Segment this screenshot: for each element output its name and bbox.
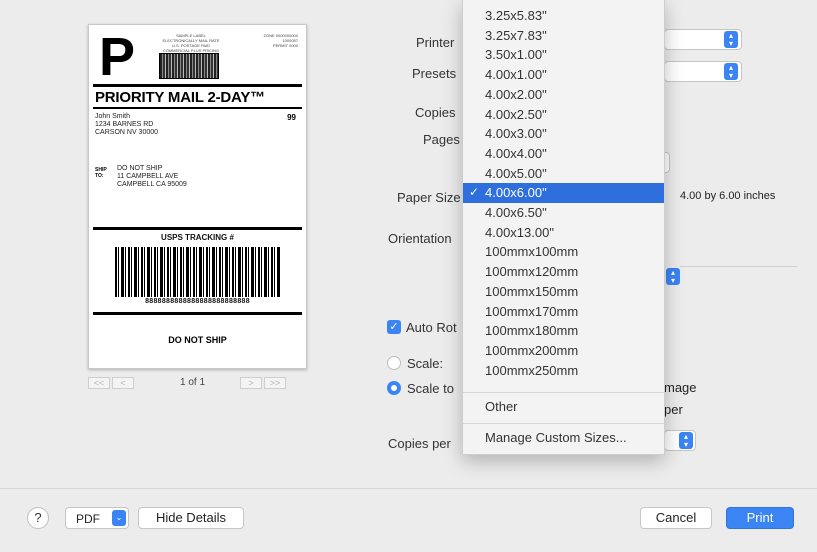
paper-size-description: 4.00 by 6.00 inches: [680, 190, 776, 202]
presets-label: Presets: [412, 66, 457, 81]
menu-item-paper-size[interactable]: 100mmx200mm: [463, 341, 664, 361]
service-letter: P: [99, 27, 136, 87]
pager-back: << <: [88, 376, 134, 390]
menu-item-paper-size[interactable]: 4.00x2.50": [463, 105, 664, 125]
menu-item-label: 4.00x4.00": [485, 145, 547, 161]
divider: [93, 227, 302, 230]
menu-item-paper-size[interactable]: 4.00x2.00": [463, 85, 664, 105]
menu-item-paper-size[interactable]: 4.00x6.50": [463, 203, 664, 223]
menu-item-label: 100mmx200mm: [485, 342, 579, 358]
menu-item-label: 3.25x7.83": [485, 27, 547, 43]
menu-item-label: 4.00x6.50": [485, 205, 547, 220]
hide-details-button[interactable]: Hide Details: [138, 507, 244, 529]
pdf-menu-button[interactable]: PDF ⌄: [65, 507, 129, 529]
menu-item-paper-size[interactable]: 4.00x13.00": [463, 223, 664, 243]
menu-item-paper-size[interactable]: 4.00x1.00": [463, 65, 664, 85]
divider: [93, 107, 302, 109]
menu-item-paper-size[interactable]: 3.25x5.83": [463, 6, 664, 26]
menu-item-other[interactable]: Other: [463, 397, 664, 417]
ship-to-address: DO NOT SHIP 11 CAMPBELL AVE CAMPBELL CA …: [117, 165, 187, 188]
ship-to-tag: SHIP TO:: [95, 167, 107, 179]
copies-label: Copies: [415, 105, 456, 120]
copies-per-page-stepper-icon[interactable]: ▴ ▾: [679, 432, 693, 449]
footer-text: DO NOT SHIP: [168, 335, 227, 345]
menu-item-paper-size[interactable]: 100mmx180mm: [463, 321, 664, 341]
pager-forward: > >>: [240, 376, 286, 390]
menu-item-label: 4.00x2.50": [485, 106, 547, 122]
first-page-button[interactable]: <<: [88, 377, 110, 389]
zone-text: ZONE 0000000000 1000057 PERMIT 0000: [263, 33, 298, 48]
label-preview: P SAMPLE LABEL ELECTRONICALLY MAIL RATE …: [88, 24, 307, 369]
paper-size-menu[interactable]: Other Manage Custom Sizes... 3.25x5.83" 3…: [462, 0, 665, 455]
menu-item-paper-size[interactable]: ✓ 4.00x6.00": [463, 183, 664, 203]
menu-item-paper-size[interactable]: 100mmx120mm: [463, 262, 664, 282]
last-page-button[interactable]: >>: [264, 377, 286, 389]
print-dialog: P SAMPLE LABEL ELECTRONICALLY MAIL RATE …: [0, 0, 817, 552]
scale-radio[interactable]: [387, 356, 401, 370]
paper-size-label: Paper Size: [397, 190, 461, 205]
chevron-down-icon: ⌄: [112, 510, 126, 526]
menu-item-paper-size[interactable]: 100mmx250mm: [463, 361, 664, 381]
menu-separator: [463, 392, 664, 393]
tracking-number: 8888888888888888888888888: [145, 298, 250, 305]
printer-label: Printer: [416, 35, 455, 50]
menu-item-label: 4.00x3.00": [485, 126, 547, 142]
menu-item-label: 100mmx250mm: [485, 362, 579, 378]
2d-barcode: [159, 53, 219, 79]
auto-rotate-label: Auto Rot: [406, 320, 457, 335]
menu-item-paper-size[interactable]: 4.00x4.00": [463, 144, 664, 164]
tracking-title: USPS TRACKING #: [161, 233, 234, 242]
from-address: John Smith 1234 BARNES RD CARSON NV 3000…: [95, 113, 159, 136]
menu-item-paper-size[interactable]: 100mmx100mm: [463, 242, 664, 262]
scale-to-fit-label: Scale to: [407, 381, 454, 396]
menu-item-manage-custom-sizes[interactable]: Manage Custom Sizes...: [463, 428, 664, 448]
from-code: 99: [287, 113, 296, 122]
tracking-barcode: [115, 247, 281, 297]
pages-label: Pages: [423, 132, 460, 147]
menu-item-label: 4.00x1.00": [485, 67, 547, 83]
scale-to-fit-radio[interactable]: [387, 381, 401, 395]
presets-stepper-icon[interactable]: ▴ ▾: [724, 63, 738, 80]
menu-item-paper-size[interactable]: 4.00x3.00": [463, 124, 664, 144]
checkmark-icon: ✓: [469, 185, 480, 200]
scale-label: Scale:: [407, 356, 444, 371]
cancel-button[interactable]: Cancel: [640, 507, 712, 529]
menu-item-paper-size[interactable]: 3.50x1.00": [463, 45, 664, 65]
orientation-label: Orientation: [388, 231, 452, 246]
print-entire-image-label: mage: [664, 380, 697, 395]
print-button[interactable]: Print: [726, 507, 794, 529]
menu-item-label: 100mmx170mm: [485, 303, 579, 319]
service-title: PRIORITY MAIL 2-DAY™: [95, 89, 265, 106]
copies-per-page-label: Copies per: [388, 436, 451, 451]
label-header: P SAMPLE LABEL ELECTRONICALLY MAIL RATE …: [93, 29, 302, 87]
sample-header-text: SAMPLE LABEL ELECTRONICALLY MAIL RATE U.…: [162, 33, 220, 53]
printer-stepper-icon[interactable]: ▴ ▾: [724, 31, 738, 48]
prev-page-button[interactable]: <: [112, 377, 134, 389]
section-divider: [680, 266, 797, 267]
fill-entire-paper-label: per: [664, 402, 683, 417]
menu-item-label: 100mmx100mm: [485, 244, 579, 260]
help-button[interactable]: ?: [27, 507, 49, 529]
menu-item-label: 4.00x6.00": [485, 185, 547, 201]
menu-item-label: 3.50x1.00": [485, 47, 547, 63]
menu-item-label: 4.00x13.00": [485, 224, 554, 240]
menu-item-paper-size[interactable]: 4.00x5.00": [463, 164, 664, 184]
menu-item-label: 4.00x5.00": [485, 165, 547, 181]
page-indicator: 1 of 1: [180, 377, 206, 388]
app-settings-stepper-icon[interactable]: ▴ ▾: [666, 268, 680, 285]
pdf-label: PDF: [76, 512, 100, 526]
auto-rotate-checkbox[interactable]: ✓: [387, 320, 401, 334]
menu-item-label: 100mmx180mm: [485, 323, 579, 339]
menu-item-label: 100mmx150mm: [485, 283, 579, 299]
menu-item-label: 100mmx120mm: [485, 264, 579, 280]
menu-item-label: 3.25x5.83": [485, 8, 547, 23]
menu-item-paper-size[interactable]: 100mmx170mm: [463, 302, 664, 322]
divider: [93, 312, 302, 315]
menu-item-paper-size[interactable]: 100mmx150mm: [463, 282, 664, 302]
menu-separator: [463, 423, 664, 424]
next-page-button[interactable]: >: [240, 377, 262, 389]
menu-item-label: 4.00x2.00": [485, 86, 547, 102]
menu-item-paper-size[interactable]: 3.25x7.83": [463, 26, 664, 46]
